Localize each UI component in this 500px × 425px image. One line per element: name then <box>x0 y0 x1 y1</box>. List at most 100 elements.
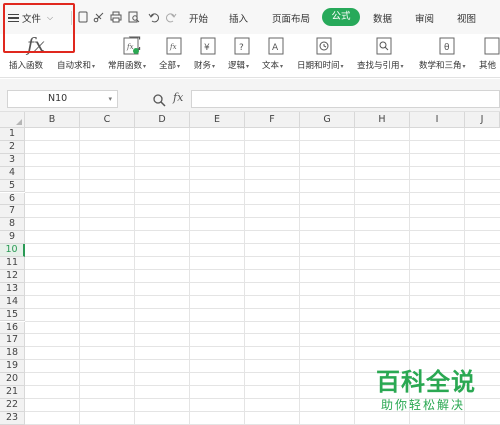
row-header-1[interactable]: 1 <box>0 128 25 141</box>
gridline-vertical <box>354 128 355 425</box>
menu-bar: 文件 ⌵ 开始 插入 页面布局 公式 数据 审阅 视图 <box>0 0 500 34</box>
gridline-vertical <box>134 128 135 425</box>
print-preview-icon[interactable] <box>128 11 140 23</box>
new-file-icon[interactable] <box>77 11 89 23</box>
gridline-horizontal <box>25 346 500 348</box>
gridline-horizontal <box>25 152 500 154</box>
column-header-j[interactable]: J <box>465 112 500 128</box>
redo-icon[interactable] <box>165 11 177 23</box>
column-header-d[interactable]: D <box>135 112 190 128</box>
tab-review[interactable]: 审阅 <box>415 11 434 25</box>
row-header-11[interactable]: 11 <box>0 257 25 270</box>
all-functions-button[interactable]: fx 全部▾ <box>159 34 189 78</box>
gridline-horizontal <box>25 281 500 283</box>
column-header-e[interactable]: E <box>190 112 245 128</box>
dropdown-arrow-icon[interactable]: ▾ <box>463 63 466 70</box>
gridline-horizontal <box>25 243 500 245</box>
other-functions-button[interactable]: 其他 <box>479 34 500 78</box>
row-header-8[interactable]: 8 <box>0 218 25 232</box>
row-header-5[interactable]: 5 <box>0 179 25 193</box>
row-header-14[interactable]: 14 <box>0 295 25 309</box>
row-header-7[interactable]: 7 <box>0 205 25 219</box>
name-box-value: N10 <box>48 93 68 104</box>
finance-functions-button[interactable]: ¥ 财务▾ <box>194 34 224 78</box>
gridline-vertical <box>244 128 245 425</box>
dropdown-arrow-icon[interactable]: ▾ <box>92 63 95 70</box>
row-header-3[interactable]: 3 <box>0 153 25 167</box>
lookup-functions-button[interactable]: 查找与引用▾ <box>357 34 413 78</box>
chevron-down-icon[interactable]: ▾ <box>108 91 112 107</box>
row-header-19[interactable]: 19 <box>0 360 25 374</box>
dropdown-arrow-icon[interactable]: ▾ <box>246 63 249 70</box>
highlight-annotation <box>3 3 75 53</box>
tab-home[interactable]: 开始 <box>189 11 208 25</box>
other-functions-label: 其他 <box>479 61 497 71</box>
row-header-4[interactable]: 4 <box>0 166 25 180</box>
fx-icon[interactable]: fx <box>173 91 183 104</box>
row-header-2[interactable]: 2 <box>0 140 25 154</box>
dropdown-arrow-icon[interactable]: ▾ <box>177 63 180 70</box>
column-header-c[interactable]: C <box>80 112 135 128</box>
select-all-corner[interactable] <box>0 112 25 128</box>
undo-icon[interactable] <box>148 11 160 23</box>
tab-formulas[interactable]: 公式 <box>322 8 360 26</box>
gridline-horizontal <box>25 230 500 232</box>
dropdown-arrow-icon[interactable]: ▾ <box>143 63 146 70</box>
svg-text:fx: fx <box>126 43 134 51</box>
tab-view[interactable]: 视图 <box>457 11 476 25</box>
dropdown-arrow-icon[interactable]: ▾ <box>212 63 215 70</box>
auto-sum-label: 自动求和 <box>57 61 92 71</box>
gridline-horizontal <box>25 178 500 180</box>
gridline-horizontal <box>25 359 500 361</box>
insert-function-label: 插入函数 <box>9 61 44 71</box>
text-functions-button[interactable]: A 文本▾ <box>262 34 292 78</box>
column-header-b[interactable]: B <box>25 112 80 128</box>
zoom-icon[interactable] <box>152 92 166 107</box>
gridline-horizontal <box>25 191 500 193</box>
dropdown-arrow-icon[interactable]: ▾ <box>341 63 344 70</box>
row-header-21[interactable]: 21 <box>0 386 25 399</box>
print-icon[interactable] <box>110 11 122 23</box>
row-header-22[interactable]: 22 <box>0 398 25 412</box>
lookup-icon <box>375 36 393 56</box>
row-header-17[interactable]: 17 <box>0 334 25 348</box>
row-header-23[interactable]: 23 <box>0 411 25 425</box>
column-header-f[interactable]: F <box>245 112 300 128</box>
column-header-h[interactable]: H <box>355 112 410 128</box>
svg-text:fx: fx <box>169 43 177 51</box>
math-functions-button[interactable]: θ 数学和三角▾ <box>419 34 475 78</box>
tab-page-layout[interactable]: 页面布局 <box>272 11 310 25</box>
tab-insert[interactable]: 插入 <box>229 11 248 25</box>
text-icon: A <box>267 36 285 56</box>
name-box[interactable]: N10 ▾ <box>7 90 118 108</box>
logic-functions-button[interactable]: ? 逻辑▾ <box>228 34 258 78</box>
column-header-i[interactable]: I <box>410 112 465 128</box>
row-header-12[interactable]: 12 <box>0 269 25 283</box>
watermark-logo: 百科全说 助你轻松解决 <box>366 362 496 420</box>
logic-label: 逻辑 <box>228 61 246 71</box>
row-header-20[interactable]: 20 <box>0 373 25 386</box>
formula-input[interactable] <box>191 90 500 108</box>
gridline-horizontal <box>25 165 500 167</box>
dropdown-arrow-icon[interactable]: ▾ <box>401 63 404 70</box>
column-header-g[interactable]: G <box>300 112 355 128</box>
row-header-15[interactable]: 15 <box>0 308 25 322</box>
common-functions-label: 常用函数 <box>108 61 143 71</box>
math-label: 数学和三角 <box>419 61 462 71</box>
row-header-16[interactable]: 16 <box>0 321 25 335</box>
gridline-vertical <box>79 128 80 425</box>
row-header-18[interactable]: 18 <box>0 347 25 361</box>
row-header-9[interactable]: 9 <box>0 231 25 245</box>
tab-data[interactable]: 数据 <box>373 11 392 25</box>
clock-icon <box>315 36 333 56</box>
row-header-13[interactable]: 13 <box>0 282 25 296</box>
gridline-horizontal <box>25 204 500 206</box>
datetime-functions-button[interactable]: 日期和时间▾ <box>297 34 352 78</box>
gridline-horizontal <box>25 320 500 322</box>
row-header-10[interactable]: 10 <box>0 244 25 257</box>
row-header-6[interactable]: 6 <box>0 192 25 206</box>
dropdown-arrow-icon[interactable]: ▾ <box>280 63 283 70</box>
math-icon: θ <box>438 36 456 56</box>
cut-icon[interactable] <box>93 11 105 23</box>
common-functions-button[interactable]: fx 常用函数▾ <box>108 34 156 78</box>
